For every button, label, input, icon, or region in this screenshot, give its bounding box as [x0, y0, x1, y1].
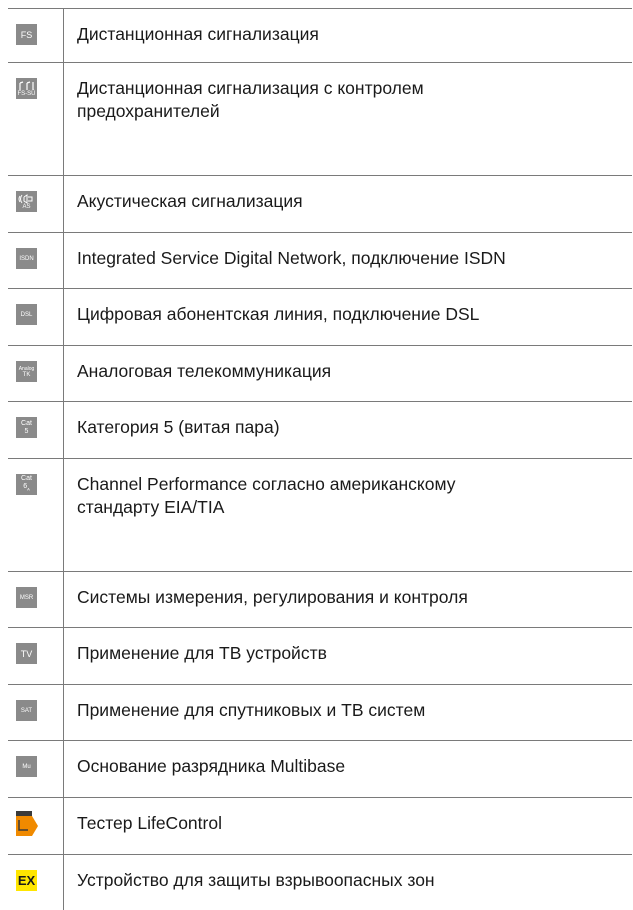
legend-row: TV Применение для ТВ устройств [8, 627, 632, 684]
icon-cell: TV [8, 628, 64, 684]
msr-icon: MSR [16, 587, 37, 608]
cat-number: 6A [23, 483, 30, 493]
cat-number: 5 [24, 427, 29, 435]
legend-row: FS-SÜ Дистанционная сигнализация с контр… [8, 62, 632, 175]
legend-row: SAT Применение для спутниковых и ТВ сист… [8, 684, 632, 740]
tk-label: TK [22, 371, 31, 378]
legend-text: Аналоговая телекоммуникация [77, 361, 332, 381]
legend-text: Цифровая абонентская линия, подключение … [77, 304, 480, 324]
legend-row: Cat 6A Channel Performance согласно амер… [8, 458, 632, 571]
lifecontrol-icon [16, 811, 38, 837]
tv-icon: TV [16, 643, 37, 664]
legend-row: EX Устройство для защиты взрывоопасных з… [8, 854, 632, 910]
legend-text: Тестер LifeControl [77, 813, 222, 833]
legend-text: Channel Performance согласно американско… [77, 474, 456, 517]
cat-label: Cat [21, 419, 32, 427]
icon-cell: ISDN [8, 233, 64, 288]
icon-cell: FS [8, 9, 64, 62]
legend-text: Применение для спутниковых и ТВ систем [77, 700, 426, 720]
icon-cell: AS [8, 176, 64, 232]
cat-label: Cat [21, 475, 32, 483]
cat5-icon: Cat 5 [16, 417, 37, 438]
fs-su-icon: FS-SÜ [16, 78, 37, 99]
isdn-icon: ISDN [16, 248, 37, 269]
legend-row: Analog TK Аналоговая телекоммуникация [8, 345, 632, 401]
cat6a-icon: Cat 6A [16, 474, 37, 495]
fs-su-label: FS-SÜ [17, 91, 36, 97]
analog-tk-icon: Analog TK [16, 361, 37, 382]
icon-cell: DSL [8, 289, 64, 345]
icon-cell: Mu [8, 741, 64, 797]
icon-cell: EX [8, 855, 64, 910]
icon-cell: Cat 6A [8, 459, 64, 571]
icon-cell: Analog TK [8, 346, 64, 401]
horn-symbol-icon [18, 194, 33, 204]
cat-subscript: A [27, 486, 30, 492]
legend-row: ISDN Integrated Service Digital Network,… [8, 232, 632, 288]
icon-cell: FS-SÜ [8, 63, 64, 175]
icon-cell: Cat 5 [8, 402, 64, 458]
icon-cell: MSR [8, 572, 64, 627]
as-icon: AS [16, 191, 37, 212]
fs-icon: FS [16, 24, 37, 45]
icon-cell: SAT [8, 685, 64, 740]
legend-row: Тестер LifeControl [8, 797, 632, 854]
sat-icon: SAT [16, 700, 37, 721]
legend-row: AS Акустическая сигнализация [8, 175, 632, 232]
legend-row: Cat 5 Категория 5 (витая пара) [8, 401, 632, 458]
fuse-symbol-icon [19, 81, 34, 90]
legend-row: FS Дистанционная сигнализация [8, 8, 632, 62]
legend-text: Дистанционная сигнализация с контролем п… [77, 78, 424, 121]
lifecontrol-tester-icon [16, 811, 38, 836]
mu-icon: Mu [16, 756, 37, 777]
legend-row: MSR Системы измерения, регулирования и к… [8, 571, 632, 627]
legend-text: Дистанционная сигнализация [77, 24, 319, 44]
legend-text: Акустическая сигнализация [77, 191, 303, 211]
legend-text: Системы измерения, регулирования и контр… [77, 587, 468, 607]
legend-text: Категория 5 (витая пара) [77, 417, 280, 437]
legend-row: DSL Цифровая абонентская линия, подключе… [8, 288, 632, 345]
legend-text: Устройство для защиты взрывоопасных зон [77, 870, 435, 890]
dsl-icon: DSL [16, 304, 37, 325]
legend-text: Основание разрядника Multibase [77, 756, 346, 776]
legend-row: Mu Основание разрядника Multibase [8, 740, 632, 797]
legend-text: Применение для ТВ устройств [77, 643, 327, 663]
legend-text: Integrated Service Digital Network, подк… [77, 248, 506, 268]
symbol-legend-table: FS Дистанционная сигнализация FS-SÜ Дист… [8, 8, 632, 910]
as-label: AS [22, 204, 31, 210]
icon-cell [8, 798, 64, 854]
